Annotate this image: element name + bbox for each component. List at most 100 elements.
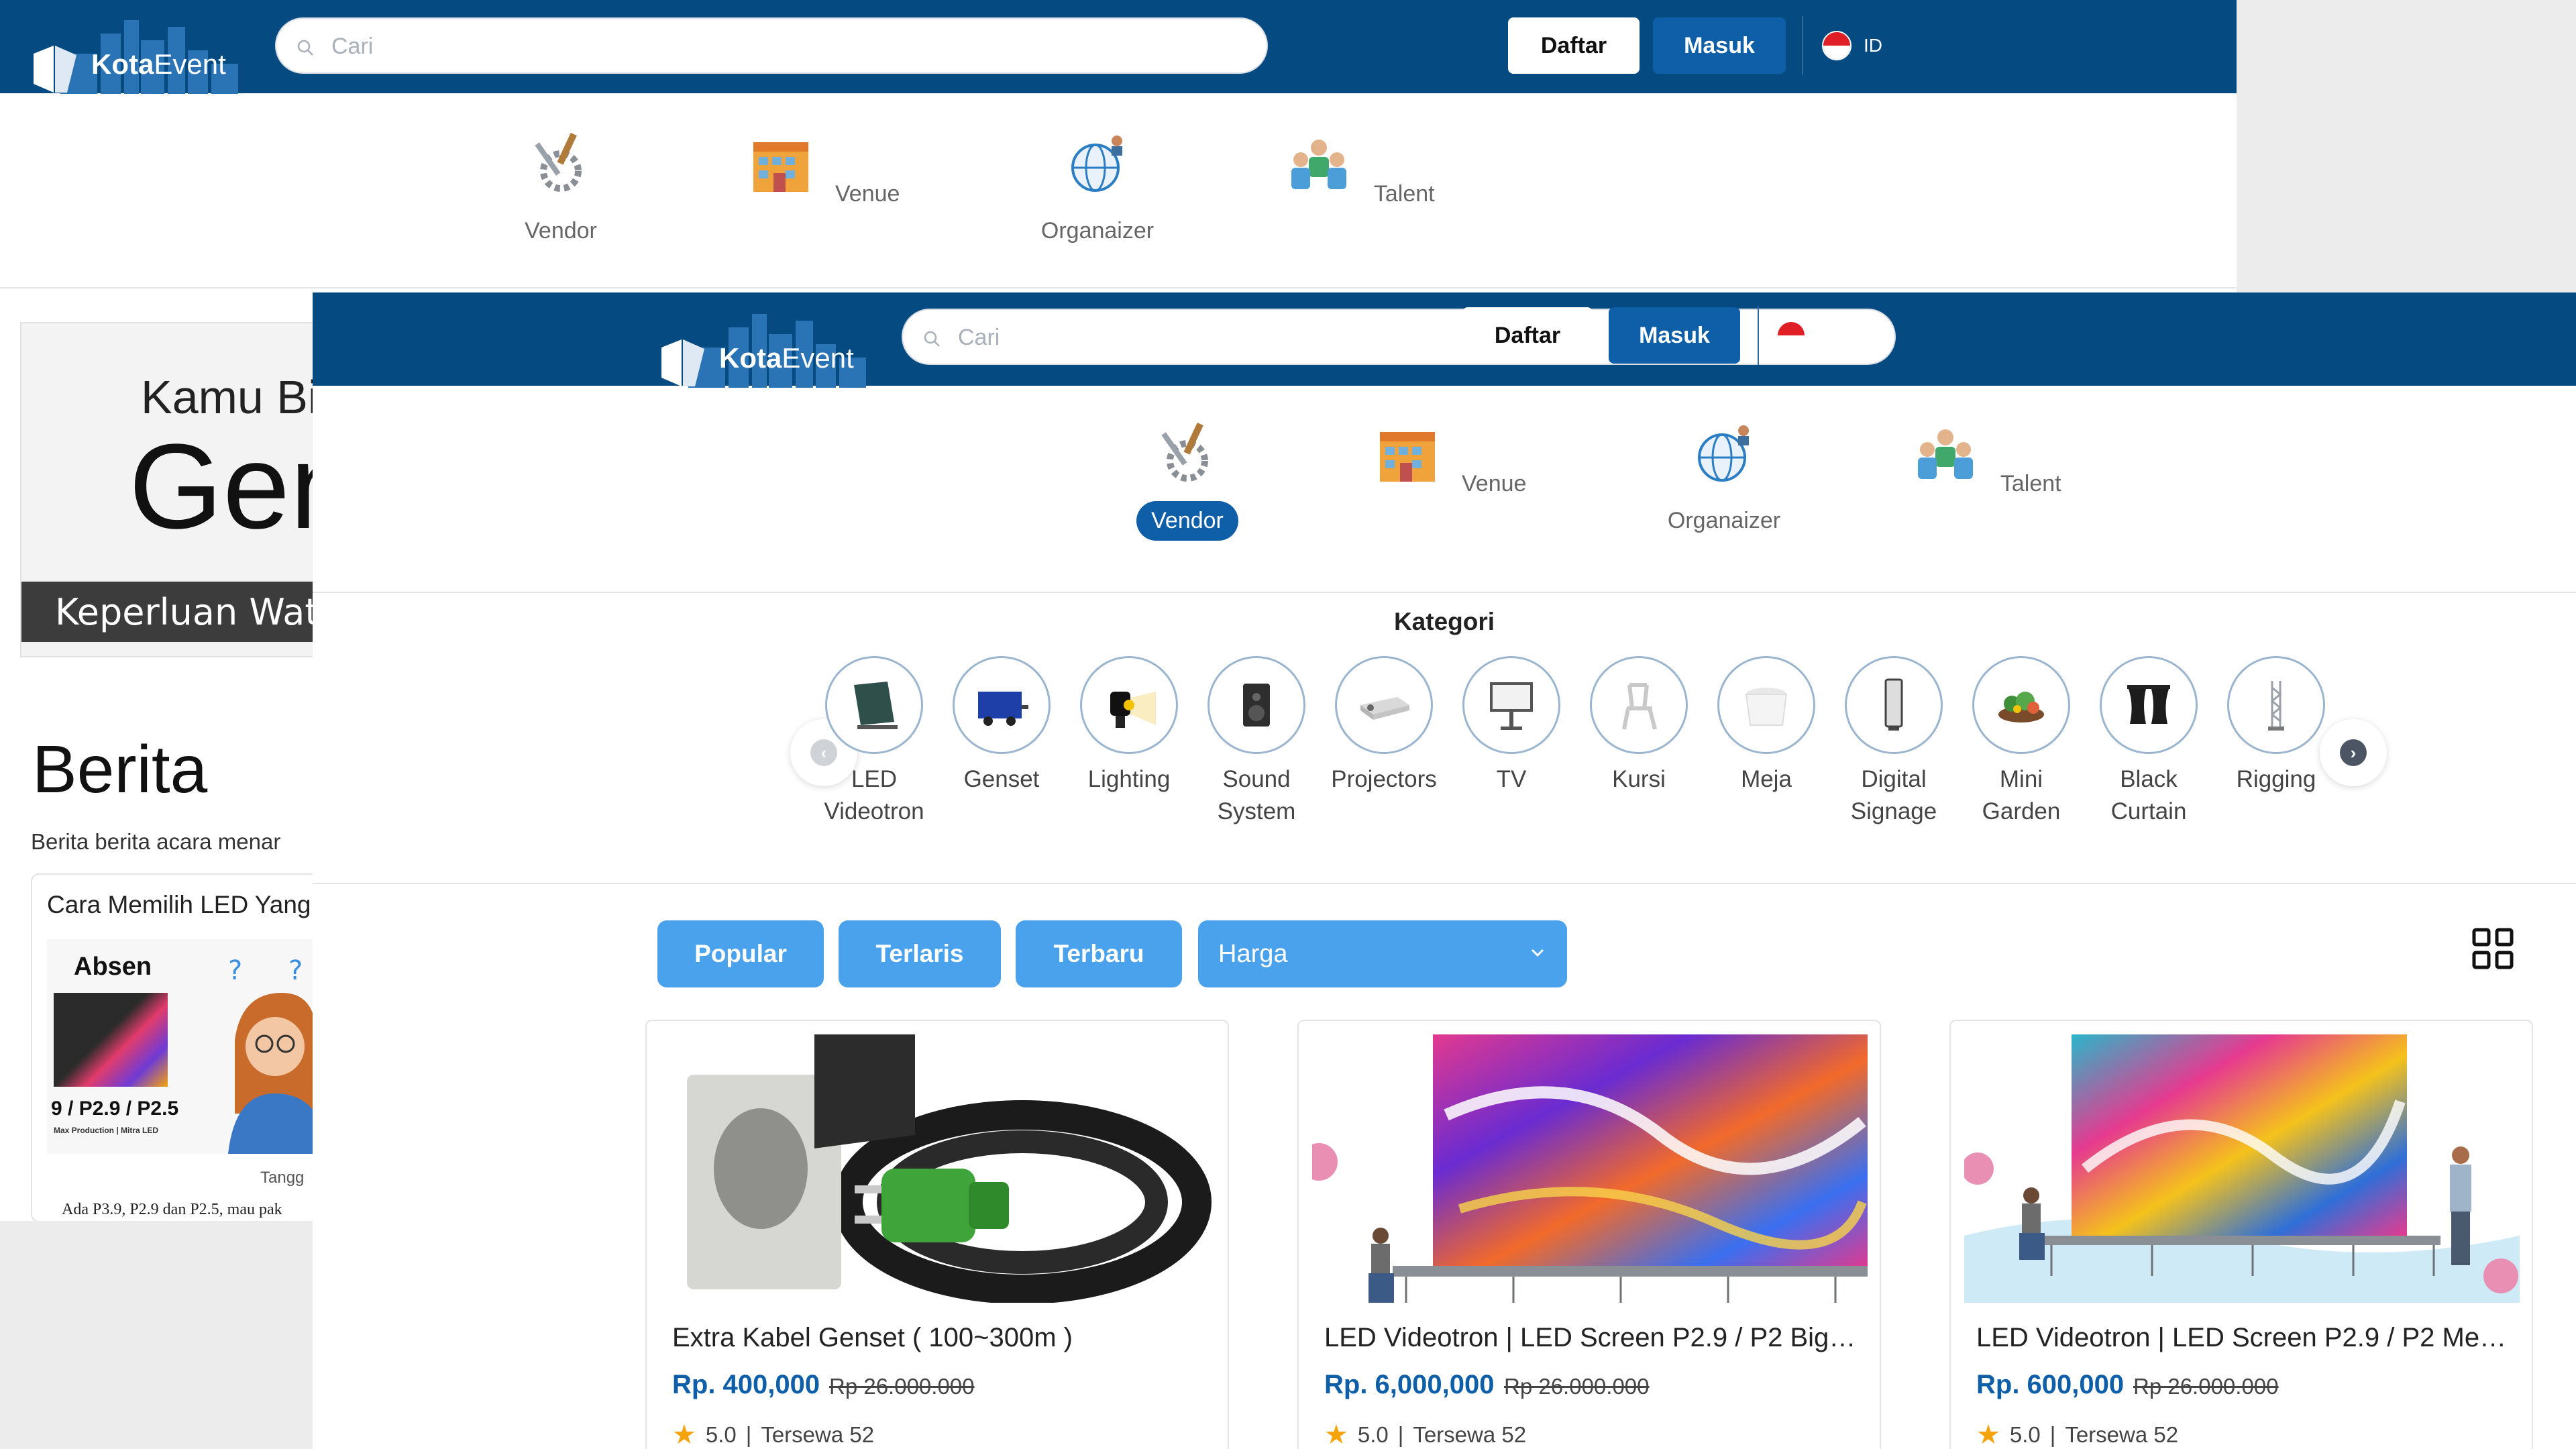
chevron-right-icon: › [2340,739,2367,766]
nav-talent[interactable]: Talent [1905,417,2080,504]
news-small-text: Max Production | Mitra LED [54,1126,159,1135]
site-logo[interactable]: KotaEvent [20,13,255,94]
nav-organizer-label: Organaizer [1667,508,1781,533]
chevron-down-icon [1531,949,1544,957]
search-input[interactable] [330,19,1249,74]
site-header: KotaEvent Daftar Masuk ID [313,292,2576,388]
table-icon [1745,688,1788,726]
nav-venue[interactable]: Venue [1368,417,1543,504]
category-kursi[interactable]: Kursi [1575,656,1703,796]
product-rented-count: Tersewa 52 [761,1422,875,1447]
category-label-line1: Lighting [1087,766,1171,792]
news-heading: Berita [32,732,208,807]
product-name[interactable]: LED Videotron | LED Screen P2.9 / P2 Big… [1324,1323,1861,1353]
indonesia-flag-icon[interactable] [1822,31,1851,60]
product-rating: 5.0 [1357,1422,1389,1447]
category-tv[interactable]: TV [1448,656,1575,796]
news-subtitle: Berita berita acara menar [31,829,281,854]
promo-banner[interactable]: Kamu Bi Gen Keperluan Watt [20,322,315,657]
category-meja[interactable]: Meja [1703,656,1830,796]
vendor-tools-icon [535,132,582,192]
category-label-line1: Genset [963,766,1040,792]
login-button[interactable]: Masuk [1653,17,1786,74]
product-rented-count: Tersewa 52 [2065,1422,2179,1447]
login-button[interactable]: Masuk [1609,307,1740,364]
category-label-line2: Curtain [2110,798,2187,824]
register-button[interactable]: Daftar [1462,307,1593,364]
product-card[interactable]: Extra Kabel Genset ( 100~300m ) Rp. 400,… [645,1020,1229,1449]
filter-terlaris-button[interactable]: Terlaris [839,920,1001,987]
curtain-icon [2127,685,2170,724]
nav-vendor-label: Vendor [1136,501,1238,541]
meta-separator: | [2049,1422,2056,1447]
news-card[interactable]: Cara Memilih LED Yang Absen 9 / P2.9 / P… [31,873,339,1221]
nav-vendor[interactable]: Vendor [474,127,648,251]
header-divider [1802,16,1803,75]
category-black-curtain[interactable]: Black Curtain [2085,656,2212,828]
category-label-line1: Sound [1222,766,1291,792]
led-medium-screen-image [1964,1034,2520,1303]
news-brand-text: Absen [74,953,152,981]
search-bar[interactable] [902,309,1896,365]
news-snippet: Ada P3.9, P2.9 dan P2.5, mau pak [62,1201,282,1218]
nav-talent[interactable]: Talent [1279,127,1453,214]
product-price: Rp. 400,000 [672,1370,820,1399]
site-logo[interactable]: KotaEvent [648,307,883,388]
product-card[interactable]: LED Videotron | LED Screen P2.9 / P2 Med… [1949,1020,2533,1449]
nav-venue[interactable]: Venue [742,127,916,214]
rigging-icon [2268,681,2284,731]
product-rating: 5.0 [2009,1422,2041,1447]
tv-icon [1490,682,1533,730]
category-divider [313,883,2576,884]
nav-organizer[interactable]: Organaizer [1010,127,1185,251]
filter-popular-button[interactable]: Popular [657,920,824,987]
register-button[interactable]: Daftar [1508,17,1640,74]
star-icon: ★ [1976,1420,2000,1449]
filter-terbaru-button[interactable]: Terbaru [1016,920,1182,987]
category-label-line1: Rigging [2236,766,2316,792]
category-digital-signage[interactable]: Digital Signage [1830,656,1957,828]
nav-divider [0,287,2237,288]
chair-icon [1622,683,1657,730]
nav-vendor[interactable]: Vendor [1100,417,1275,541]
meta-separator: | [745,1422,752,1447]
product-name[interactable]: LED Videotron | LED Screen P2.9 / P2 Med… [1976,1323,2513,1353]
price-dropdown-label: Harga [1218,939,1288,968]
search-bar[interactable] [275,17,1268,74]
news-card-title[interactable]: Cara Memilih LED Yang [47,891,311,919]
indonesia-flag-icon[interactable] [1776,321,1806,350]
product-image [1312,1034,1868,1303]
category-mini-garden[interactable]: Mini Garden [1957,656,2085,828]
banner-line1: Kamu Bi [141,371,315,423]
product-meta: ★ 5.0 | Tersewa 52 [672,1419,874,1449]
vendor-tools-icon [1161,422,1208,482]
led-panels-illustration [54,993,168,1087]
category-label-line1: Mini [1999,766,2043,792]
product-name[interactable]: Extra Kabel Genset ( 100~300m ) [672,1323,1209,1353]
category-sound-system[interactable]: Sound System [1193,656,1320,828]
talent-people-icon [1291,140,1347,189]
projector-icon [1360,697,1409,720]
nav-organizer-label: Organaizer [1040,218,1155,244]
nav-venue-label: Venue [1462,471,1527,496]
brand-name-part1: Kota [719,342,782,374]
category-label-line1: Meja [1741,766,1792,792]
nav-organizer[interactable]: Organaizer [1637,417,1811,541]
category-lighting[interactable]: Lighting [1065,656,1193,796]
category-genset[interactable]: Genset [938,656,1065,796]
organizer-globe-icon [1071,136,1122,192]
price-dropdown[interactable]: Harga [1198,920,1567,987]
meta-separator: | [1397,1422,1404,1447]
grid-view-icon[interactable] [2471,927,2514,970]
language-label[interactable]: ID [1864,35,1882,56]
language-label[interactable]: ID [1818,325,1837,346]
banner-strip-text: Keperluan Watt [55,591,315,633]
product-image [660,1034,1216,1303]
category-rigging[interactable]: Rigging [2212,656,2340,796]
news-spec-text: 9 / P2.9 / P2.5 [51,1097,179,1120]
category-projectors[interactable]: Projectors [1320,656,1448,796]
product-card[interactable]: LED Videotron | LED Screen P2.9 / P2 Big… [1297,1020,1881,1449]
product-rating: 5.0 [705,1422,737,1447]
category-led-videotron[interactable]: LED Videotron [810,656,938,828]
product-old-price: Rp 26.000.000 [1504,1374,1650,1399]
